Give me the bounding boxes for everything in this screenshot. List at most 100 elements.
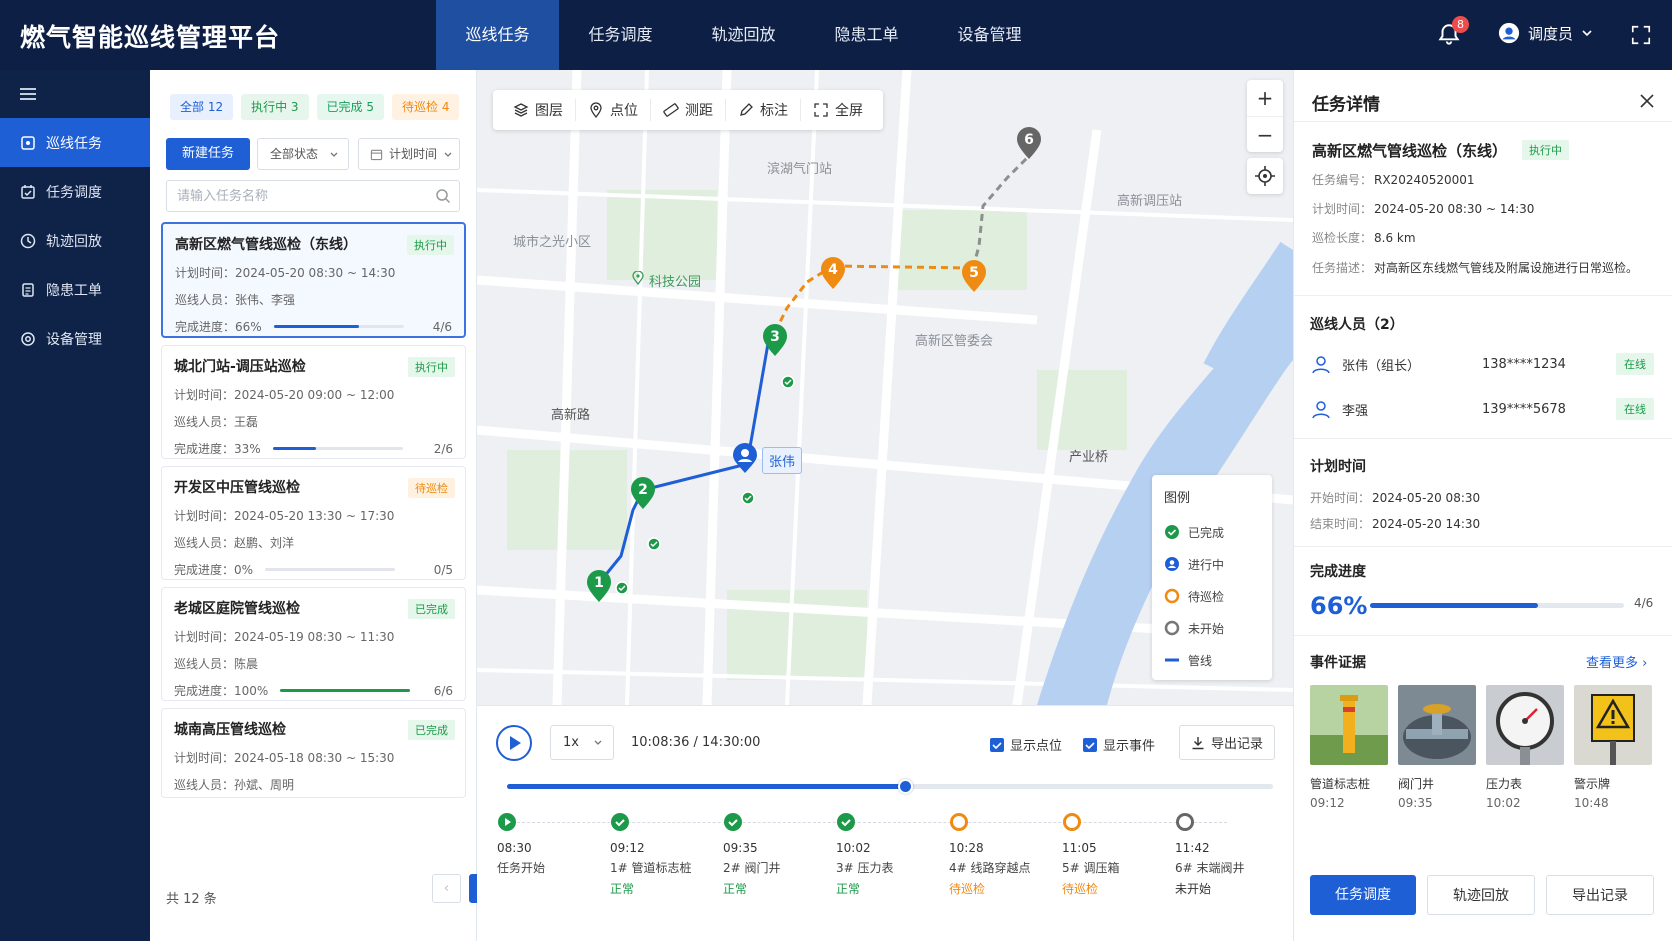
pipeline-line-icon [1165,658,1179,662]
timeline-item[interactable]: 08:30 任务开始 [497,812,607,880]
topnav-hazard-orders[interactable]: 隐患工单 [805,0,928,70]
evidence-name: 管道标志桩 [1310,777,1371,791]
timeline-item[interactable]: 11:05 5# 调压箱 待巡检 [1062,812,1172,897]
chip-running[interactable]: 执行中 3 [241,94,309,120]
sidebar-item-hazard-orders[interactable]: 隐患工单 [0,265,150,314]
track-playback-button[interactable]: 轨迹回放 [1427,875,1535,915]
prev-page-button[interactable]: ‹ [432,874,461,903]
task-card[interactable]: 老城区庭院管线巡检 已完成 计划时间：2024-05-19 08:30 ~ 11… [161,587,466,701]
task-detail-panel: 任务详情 高新区燃气管线巡检（东线） 执行中 任务编号： RX2024052000… [1293,70,1672,941]
legend-label: 未开始 [1188,621,1225,636]
task-card[interactable]: 城南高压管线巡检 已完成 计划时间：2024-05-18 08:30 ~ 15:… [161,708,466,798]
topnav-track-playback[interactable]: 轨迹回放 [682,0,805,70]
map-marker-4[interactable]: 4 [818,255,848,291]
topnav-device-management[interactable]: 设备管理 [928,0,1051,70]
task-dispatch-button[interactable]: 任务调度 [1310,875,1416,915]
export-record-button[interactable]: 导出记录 [1179,725,1275,760]
play-circle-icon [498,813,516,831]
timeline-item[interactable]: 09:12 1# 管道标志桩 正常 [610,812,720,897]
timeline-name: 4# 线路穿越点 [949,861,1031,875]
timeline-name: 任务开始 [497,861,546,875]
clock-icon [20,233,36,248]
task-staff: 巡线人员：陈晨 [174,657,259,671]
fullscreen-icon[interactable] [1630,24,1652,46]
detail-field: 任务编号： RX20240520001 [1312,171,1475,188]
show-events-checkbox[interactable]: 显示事件 [1083,735,1155,754]
tool-layers[interactable]: 图层 [501,99,576,121]
legend-label: 进行中 [1188,557,1225,572]
view-more-link[interactable]: 查看更多 › [1586,652,1647,671]
export-record-button[interactable]: 导出记录 [1546,875,1654,915]
map-marker-1[interactable]: 1 [584,568,614,604]
zoom-in-button[interactable]: + [1247,80,1283,116]
task-card[interactable]: 高新区燃气管线巡检（东线） 执行中 计划时间：2024-05-20 08:30 … [161,222,466,338]
status-select[interactable]: 全部状态 [257,138,349,170]
map-marker-5[interactable]: 5 [959,258,989,294]
map-marker-6[interactable]: 6 [1014,125,1044,161]
map-marker-2[interactable]: 2 [628,475,658,511]
detail-field: 任务描述： 对高新区东线燃气管线及附属设施进行日常巡检。 [1312,259,1638,276]
speed-select[interactable]: 1x [550,725,614,760]
evidence-item[interactable]: 管道标志桩 09:12 [1310,685,1388,810]
tool-measure[interactable]: 测距 [651,99,726,121]
search-input[interactable] [166,180,460,212]
tool-points[interactable]: 点位 [576,99,651,121]
evidence-item[interactable]: 警示牌 10:48 [1574,685,1652,810]
field-key: 结束时间： [1310,517,1371,531]
sidebar-item-task-dispatch[interactable]: 任务调度 [0,167,150,216]
menu-icon[interactable] [18,84,38,104]
zoom-out-button[interactable]: − [1247,116,1283,152]
show-points-checkbox[interactable]: 显示点位 [990,735,1062,754]
map-view[interactable]: 1 2 3 4 5 6 张伟 滨湖气门站 城市之光小区 科技公园 高新调压站 高… [477,70,1293,705]
online-badge: 在线 [1616,353,1654,375]
close-icon[interactable] [1640,94,1654,108]
timeline-item[interactable]: 10:28 4# 线路穿越点 待巡检 [949,812,1059,897]
chip-all[interactable]: 全部 12 [170,94,234,120]
chip-done[interactable]: 已完成 5 [316,94,384,120]
sidebar-item-label: 设备管理 [46,331,102,348]
evidence-item[interactable]: 阀门井 09:35 [1398,685,1476,810]
sidebar-item-patrol-tasks[interactable]: 巡线任务 [0,118,150,167]
tool-annotate[interactable]: 标注 [726,99,801,121]
task-progress-count: 6/6 [433,683,453,698]
view-more-label: 查看更多 [1586,656,1639,671]
staff-phone: 138****1234 [1482,356,1566,372]
locate-button[interactable] [1247,158,1283,194]
task-card[interactable]: 开发区中压管线巡检 待巡检 计划时间：2024-05-20 13:30 ~ 17… [161,466,466,580]
field-key: 巡检长度： [1312,231,1373,245]
map-marker-3[interactable]: 3 [760,322,790,358]
search-icon[interactable] [435,188,451,204]
task-progress-count: 4/6 [432,319,452,334]
playback-slider[interactable] [507,779,1273,794]
play-icon[interactable] [495,724,533,762]
sidebar-item-track-playback[interactable]: 轨迹回放 [0,216,150,265]
time-select[interactable]: 计划时间 [358,138,460,170]
task-staff: 巡线人员：张伟、李强 [175,293,296,307]
tool-label: 点位 [610,103,638,119]
timeline-item[interactable]: 11:42 6# 末端阀井 未开始 [1175,812,1285,897]
sidebar-item-device-management[interactable]: 设备管理 [0,314,150,363]
field-value: 2024-05-20 08:30 ~ 14:30 [1374,202,1535,216]
topnav-task-dispatch[interactable]: 任务调度 [559,0,682,70]
person-marker-icon[interactable] [731,442,759,474]
timeline-item[interactable]: 09:35 2# 阀门井 正常 [723,812,833,897]
timeline-name: 2# 阀门井 [723,861,781,875]
tool-fullscreen[interactable]: 全屏 [801,99,875,121]
notification-badge: 8 [1452,16,1469,33]
evidence-item[interactable]: 压力表 10:02 [1486,685,1564,810]
status-badge: 执行中 [1522,140,1569,160]
divider [1294,635,1672,636]
timeline-item[interactable]: 10:02 3# 压力表 正常 [836,812,946,897]
detail-title: 高新区燃气管线巡检（东线） [1312,142,1508,160]
map-place-label: 高新区管委会 [915,334,994,349]
new-task-button[interactable]: 新建任务 [166,138,250,170]
topnav-patrol-tasks[interactable]: 巡线任务 [436,0,559,70]
user-menu[interactable]: 调度员 [1498,22,1593,44]
task-card[interactable]: 城北门站-调压站巡检 执行中 计划时间：2024-05-20 09:00 ~ 1… [161,345,466,459]
chip-waiting[interactable]: 待巡检 4 [392,94,460,120]
timeline-time: 09:35 [723,841,758,855]
status-chips: 全部 12 执行中 3 已完成 5 待巡检 4 [170,94,460,120]
slider-handle[interactable] [898,779,914,794]
legend-item: 待巡检 [1164,580,1260,612]
progress-percent: 66% [1310,592,1368,620]
